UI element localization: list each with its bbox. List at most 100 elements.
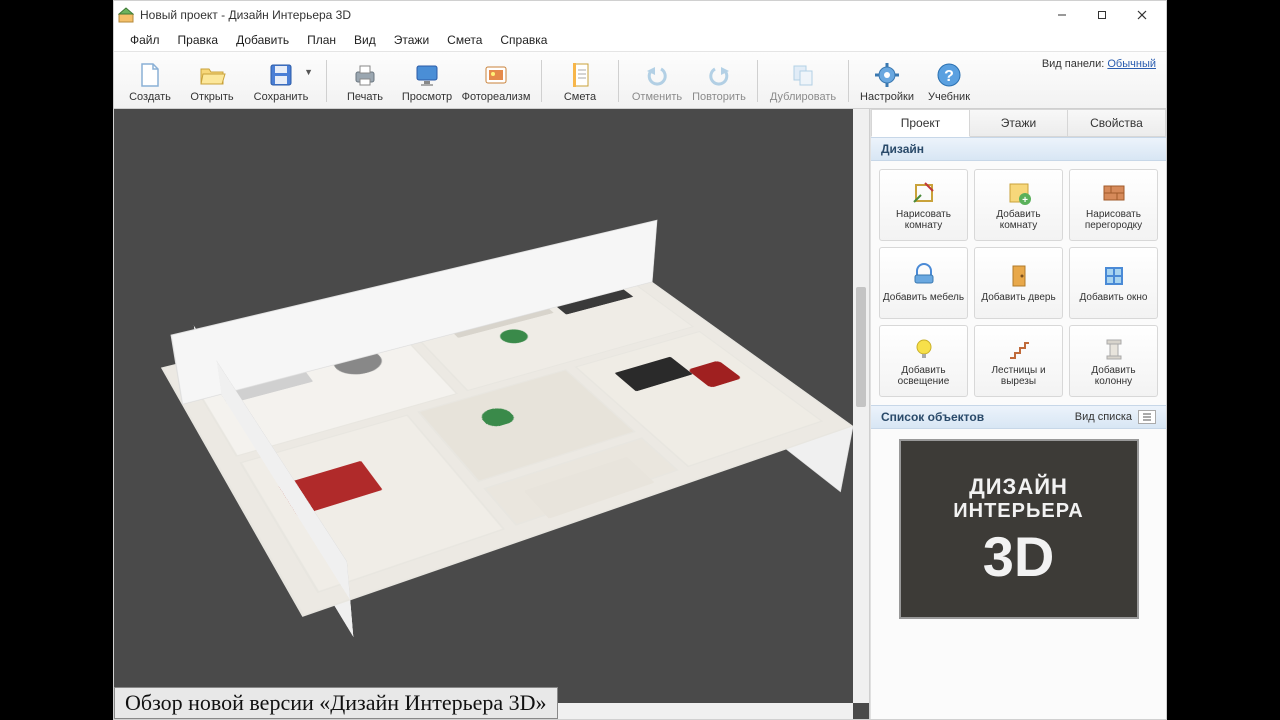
draw-partition-button[interactable]: Нарисовать перегородку	[1069, 169, 1158, 241]
duplicate-button[interactable]: Дублировать	[766, 56, 840, 106]
save-button[interactable]: ▼ Сохранить	[244, 56, 318, 106]
side-tabs: Проект Этажи Свойства	[871, 109, 1166, 137]
menubar: Файл Правка Добавить План Вид Этажи Смет…	[114, 29, 1166, 51]
undo-button[interactable]: Отменить	[627, 56, 687, 106]
app-icon	[118, 7, 134, 23]
tab-project[interactable]: Проект	[871, 109, 970, 137]
toolbar-label: Отменить	[632, 91, 682, 103]
toolbar-label: Смета	[564, 91, 596, 103]
redo-icon	[703, 61, 735, 89]
design-label: Лестницы и вырезы	[977, 365, 1060, 388]
add-furniture-button[interactable]: Добавить мебель	[879, 247, 968, 319]
toolbar-label: Фотореализм	[462, 91, 531, 103]
estimate-button[interactable]: Смета	[550, 56, 610, 106]
menu-plan[interactable]: План	[299, 31, 344, 49]
design-label: Добавить колонну	[1072, 365, 1155, 388]
window-title: Новый проект - Дизайн Интерьера 3D	[140, 8, 351, 22]
draw-room-button[interactable]: Нарисовать комнату	[879, 169, 968, 241]
toolbar-label: Открыть	[190, 91, 233, 103]
preview-button[interactable]: Просмотр	[397, 56, 457, 106]
printer-icon	[349, 61, 381, 89]
letterbox-right	[1167, 0, 1280, 720]
list-view-label: Вид списка	[1075, 411, 1132, 423]
folder-open-icon	[196, 61, 228, 89]
add-room-icon: +	[1005, 179, 1033, 207]
draw-wall-icon	[1100, 179, 1128, 207]
minimize-button[interactable]	[1042, 1, 1082, 29]
promo-banner: ДИЗАЙН ИНТЕРЬЕРА 3D	[899, 439, 1139, 619]
help-icon: ?	[933, 61, 965, 89]
toolbar-label: Повторить	[692, 91, 746, 103]
design-label: Добавить комнату	[977, 209, 1060, 232]
design-label: Добавить дверь	[981, 292, 1055, 304]
menu-estimate[interactable]: Смета	[439, 31, 490, 49]
save-icon	[265, 61, 297, 89]
add-light-icon	[910, 335, 938, 363]
object-list: ДИЗАЙН ИНТЕРЬЕРА 3D	[871, 429, 1166, 719]
panel-view-selector: Вид панели: Обычный	[1042, 58, 1156, 70]
photoreal-icon	[480, 61, 512, 89]
redo-button[interactable]: Повторить	[689, 56, 749, 106]
svg-text:+: +	[1022, 195, 1028, 206]
design-label: Добавить освещение	[882, 365, 965, 388]
add-column-button[interactable]: Добавить колонну	[1069, 325, 1158, 397]
duplicate-icon	[787, 61, 819, 89]
maximize-button[interactable]	[1082, 1, 1122, 29]
add-door-icon	[1005, 262, 1033, 290]
tab-floors[interactable]: Этажи	[970, 109, 1068, 137]
toolbar-label: Печать	[347, 91, 383, 103]
video-caption: Обзор новой версии «Дизайн Интерьера 3D»	[114, 687, 558, 719]
print-button[interactable]: Печать	[335, 56, 395, 106]
design-label: Добавить окно	[1080, 292, 1148, 304]
add-light-button[interactable]: Добавить освещение	[879, 325, 968, 397]
design-label: Нарисовать комнату	[882, 209, 965, 232]
design-header-label: Дизайн	[881, 142, 924, 156]
panel-view-link[interactable]: Обычный	[1107, 58, 1156, 70]
file-new-icon	[134, 61, 166, 89]
toolbar-label: Сохранить	[254, 91, 309, 103]
window-controls	[1042, 1, 1162, 29]
estimate-icon	[564, 61, 596, 89]
settings-button[interactable]: Настройки	[857, 56, 917, 106]
svg-text:?: ?	[944, 68, 954, 85]
titlebar: Новый проект - Дизайн Интерьера 3D	[114, 1, 1166, 29]
add-room-button[interactable]: + Добавить комнату	[974, 169, 1063, 241]
app-window: Новый проект - Дизайн Интерьера 3D Файл …	[113, 0, 1167, 720]
toolbar-label: Создать	[129, 91, 171, 103]
list-view-toggle[interactable]	[1138, 410, 1156, 424]
undo-icon	[641, 61, 673, 89]
toolbar: Создать Открыть ▼ Сохранить	[114, 51, 1166, 109]
floorplan-render	[114, 109, 870, 659]
monitor-icon	[411, 61, 443, 89]
design-grid: Нарисовать комнату + Добавить комнату На…	[871, 161, 1166, 405]
scrollbar-vertical[interactable]	[853, 109, 869, 703]
design-label: Добавить мебель	[883, 292, 964, 304]
menu-view[interactable]: Вид	[346, 31, 384, 49]
letterbox-left	[0, 0, 113, 720]
menu-add[interactable]: Добавить	[228, 31, 297, 49]
chevron-down-icon: ▼	[304, 67, 313, 77]
toolbar-label: Настройки	[860, 91, 914, 103]
menu-floors[interactable]: Этажи	[386, 31, 437, 49]
open-button[interactable]: Открыть	[182, 56, 242, 106]
content-area: Обзор новой версии «Дизайн Интерьера 3D»…	[114, 109, 1166, 719]
close-button[interactable]	[1122, 1, 1162, 29]
add-window-icon	[1100, 262, 1128, 290]
stairs-button[interactable]: Лестницы и вырезы	[974, 325, 1063, 397]
toolbar-label: Просмотр	[402, 91, 452, 103]
viewport-3d[interactable]: Обзор новой версии «Дизайн Интерьера 3D»	[114, 109, 870, 719]
tab-properties[interactable]: Свойства	[1068, 109, 1166, 137]
create-button[interactable]: Создать	[120, 56, 180, 106]
side-panel: Проект Этажи Свойства Дизайн Нарисовать …	[870, 109, 1166, 719]
promo-line2: ИНТЕРЬЕРА	[953, 500, 1083, 523]
design-section-header: Дизайн	[871, 137, 1166, 161]
menu-help[interactable]: Справка	[492, 31, 555, 49]
stairs-icon	[1005, 335, 1033, 363]
photoreal-button[interactable]: Фотореализм	[459, 56, 533, 106]
menu-file[interactable]: Файл	[122, 31, 168, 49]
add-door-button[interactable]: Добавить дверь	[974, 247, 1063, 319]
add-window-button[interactable]: Добавить окно	[1069, 247, 1158, 319]
tutorial-button[interactable]: ? Учебник	[919, 56, 979, 106]
menu-edit[interactable]: Правка	[170, 31, 227, 49]
draw-room-icon	[910, 179, 938, 207]
